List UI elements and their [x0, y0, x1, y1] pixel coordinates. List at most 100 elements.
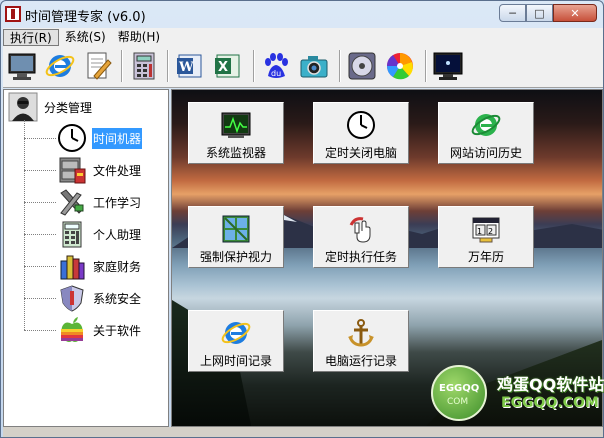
anchor-icon	[348, 319, 374, 347]
watermark-site-name: 鸡蛋QQ软件站	[497, 375, 604, 394]
toolbar-color-button[interactable]	[383, 49, 417, 83]
tree-root[interactable]: 分类管理	[8, 92, 92, 122]
toolbar-separator	[425, 50, 427, 82]
color-wheel-icon	[386, 53, 413, 80]
toolbar-notepad-button[interactable]	[81, 49, 115, 83]
tile-label: 电脑运行记录	[324, 354, 397, 368]
menu-bar: 执行(R) 系统(S) 帮助(H)	[3, 28, 603, 46]
site-watermark: EGGQQ COM 鸡蛋QQ软件站 EGGQQ.COM	[431, 363, 604, 427]
sidebar-item-work-study[interactable]: 工作学习	[24, 186, 142, 218]
sidebar-item-family-finance[interactable]: 家庭财务	[24, 250, 142, 282]
apple-icon	[61, 317, 83, 342]
toolbar-media-button[interactable]	[345, 49, 379, 83]
window-controls: ─ □ ✕	[499, 4, 597, 22]
tools-icon	[60, 189, 84, 216]
toolbar-separator	[253, 50, 255, 82]
watermark-logo-text: EGGQQ	[439, 383, 480, 394]
svg-text:1: 1	[477, 227, 482, 236]
excel-icon: X	[215, 54, 240, 78]
computer-runtime-log-button[interactable]: 电脑运行记录	[313, 310, 409, 372]
sidebar-item-label: 系统安全	[93, 291, 142, 306]
svg-text:2: 2	[488, 227, 493, 236]
tile-label: 网站访问历史	[449, 146, 522, 160]
perpetual-calendar-button[interactable]: 1 2 万年历	[438, 206, 534, 268]
sidebar-item-label: 家庭财务	[93, 259, 142, 274]
maximize-button[interactable]: □	[526, 4, 553, 22]
app-logo-icon	[5, 6, 21, 22]
sidebar-item-label: 文件处理	[93, 163, 142, 178]
word-icon: W	[177, 54, 202, 78]
toolbar-separator	[121, 50, 123, 82]
online-time-log-button[interactable]: 上网时间记录	[188, 310, 284, 372]
menu-execute[interactable]: 执行(R)	[3, 28, 59, 46]
status-bar	[3, 427, 603, 437]
system-monitor-button[interactable]: 系统监视器	[188, 102, 284, 164]
tile-label: 万年历	[467, 250, 504, 264]
sidebar-item-system-security[interactable]: 系统安全	[24, 282, 142, 314]
internet-explorer-icon	[221, 322, 251, 344]
close-button[interactable]: ✕	[553, 4, 597, 22]
tile-label: 强制保护视力	[199, 250, 272, 264]
menu-help[interactable]: 帮助(H)	[112, 29, 166, 46]
toolbar-ie-button[interactable]	[43, 49, 77, 83]
minimize-button[interactable]: ─	[499, 4, 526, 22]
sidebar-item-label: 个人助理	[93, 227, 142, 242]
toolbar-screen-button[interactable]	[431, 49, 465, 83]
toolbar-excel-button[interactable]: X	[211, 49, 245, 83]
toolbar-monitor-button[interactable]	[5, 49, 39, 83]
clock-icon	[58, 124, 86, 152]
tile-label: 上网时间记录	[199, 354, 272, 368]
svg-text:du: du	[271, 69, 281, 78]
browsing-history-button[interactable]: 网站访问历史	[438, 102, 534, 164]
tree-root-label: 分类管理	[44, 100, 93, 115]
watermark-logo: EGGQQ COM	[431, 365, 487, 421]
category-tree: 分类管理 时间机器 文件处理 工作学习 个人助理 家庭财务 系统安全 关于软件	[3, 89, 169, 427]
notepad-pen-icon	[87, 52, 112, 80]
sidebar-item-label: 时间机器	[92, 127, 143, 149]
sidebar-item-time-machine[interactable]: 时间机器	[24, 122, 143, 154]
screen-icon	[433, 52, 463, 80]
toolbar-word-button[interactable]: W	[173, 49, 207, 83]
calculator-icon	[133, 52, 155, 80]
clock-icon	[347, 111, 375, 139]
toolbar: W X du	[3, 46, 603, 88]
calculator-icon	[62, 221, 82, 248]
svg-text:X: X	[218, 60, 228, 75]
scheduled-task-button[interactable]: 定时执行任务	[313, 206, 409, 268]
app-window: 时间管理专家 (v6.0) ─ □ ✕ 执行(R) 系统(S) 帮助(H) W …	[0, 0, 604, 438]
menu-system[interactable]: 系统(S)	[59, 29, 112, 46]
watermark-site-url: EGGQQ.COM	[501, 395, 599, 411]
toolbar-camera-button[interactable]	[297, 49, 331, 83]
toolbar-separator	[167, 50, 169, 82]
watermark-logo-subtext: COM	[447, 397, 469, 407]
sidebar-item-personal-assistant[interactable]: 个人助理	[24, 218, 142, 250]
internet-explorer-icon	[471, 114, 501, 136]
internet-explorer-icon	[45, 55, 75, 77]
hand-pointer-icon	[349, 217, 371, 243]
sidebar-item-label: 关于软件	[93, 323, 142, 338]
baidu-paw-icon: du	[265, 53, 288, 78]
title-bar: 时间管理专家 (v6.0) ─ □ ✕	[1, 1, 603, 29]
tile-label: 定时执行任务	[324, 250, 397, 264]
monitor-icon	[8, 53, 36, 80]
sidebar-item-file-processing[interactable]: 文件处理	[24, 154, 142, 186]
toolbar-calculator-button[interactable]	[127, 49, 161, 83]
calendar-icon: 1 2	[472, 217, 500, 243]
eye-protection-button[interactable]: 强制保护视力	[188, 206, 284, 268]
monitor-chart-icon	[221, 112, 251, 138]
camera-icon	[300, 56, 328, 78]
shield-icon	[60, 285, 84, 312]
scheduled-shutdown-button[interactable]: 定时关闭电脑	[313, 102, 409, 164]
file-cabinet-icon	[59, 157, 86, 184]
person-icon	[8, 92, 38, 122]
window-title: 时间管理专家 (v6.0)	[25, 10, 146, 25]
window-grid-icon	[222, 215, 250, 243]
sidebar-item-about[interactable]: 关于软件	[24, 314, 142, 346]
tile-label: 定时关闭电脑	[324, 146, 397, 160]
svg-text:W: W	[178, 60, 194, 75]
books-icon	[60, 255, 85, 280]
media-player-icon	[348, 52, 376, 80]
toolbar-baidu-button[interactable]: du	[259, 49, 293, 83]
sidebar-item-label: 工作学习	[93, 195, 142, 210]
tile-label: 系统监视器	[205, 146, 266, 160]
